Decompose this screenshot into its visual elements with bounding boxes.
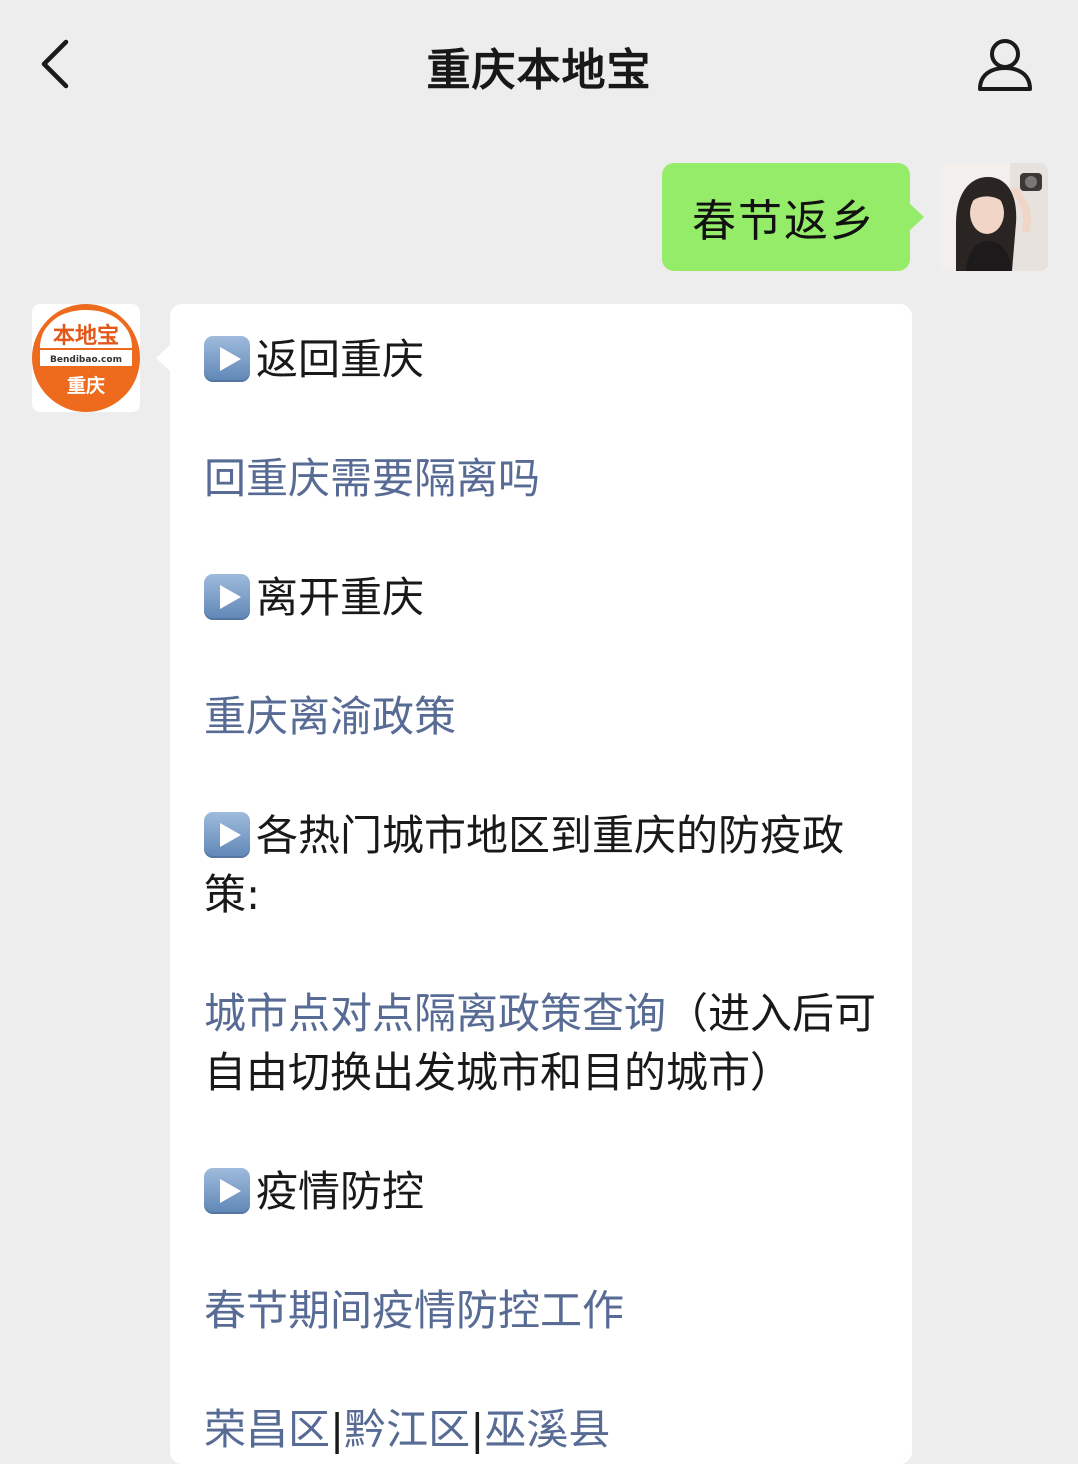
section-heading: 各热门城市地区到重庆的防疫政策: (204, 806, 878, 924)
heading-text: 各热门城市地区到重庆的防疫政策: (204, 811, 845, 919)
bendibao-logo: 本地宝 Bendibao.com 重庆 (32, 304, 140, 412)
heading-text: 疫情防控 (256, 1167, 425, 1216)
profile-button[interactable] (970, 34, 1040, 96)
separator: | (470, 1405, 485, 1454)
outgoing-message-text: 春节返乡 (692, 196, 876, 247)
play-icon (204, 574, 250, 620)
user-photo-image (940, 163, 1048, 271)
link-leave-policy[interactable]: 重庆离渝政策 (204, 692, 456, 741)
link-return-quarantine[interactable]: 回重庆需要隔离吗 (204, 454, 540, 503)
link-district-rongchang[interactable]: 荣昌区 (204, 1405, 330, 1454)
section-heading: 疫情防控 (204, 1162, 878, 1221)
section-heading: 返回重庆 (204, 330, 878, 389)
top-bar: 重庆本地宝 (0, 0, 1078, 130)
logo-domain-text: Bendibao.com (50, 355, 122, 365)
link-spring-festival-prevention[interactable]: 春节期间疫情防控工作 (204, 1286, 624, 1335)
heading-text: 返回重庆 (256, 335, 425, 384)
section-heading: 离开重庆 (204, 568, 878, 627)
incoming-message-bubble: 返回重庆 回重庆需要隔离吗 离开重庆 重庆离渝政策 各热门城市地区到重庆的防疫政… (156, 304, 912, 1464)
outgoing-message-bubble[interactable]: 春节返乡 (662, 163, 924, 271)
link-district-qianjiang[interactable]: 黔江区 (344, 1405, 470, 1454)
bot-avatar[interactable]: 本地宝 Bendibao.com 重庆 (32, 304, 140, 412)
link-city-policy-query[interactable]: 城市点对点隔离政策查询 (204, 989, 666, 1038)
user-avatar[interactable] (940, 163, 1048, 271)
logo-text: 本地宝 (53, 323, 119, 349)
logo-city-text: 重庆 (67, 374, 105, 397)
heading-text: 离开重庆 (256, 573, 425, 622)
play-icon (204, 812, 250, 858)
chat-title: 重庆本地宝 (426, 45, 652, 96)
play-icon (204, 1168, 250, 1214)
play-icon (204, 336, 250, 382)
link-district-wuxi[interactable]: 巫溪县 (484, 1405, 610, 1454)
person-icon (978, 39, 1032, 91)
separator: | (330, 1405, 345, 1454)
